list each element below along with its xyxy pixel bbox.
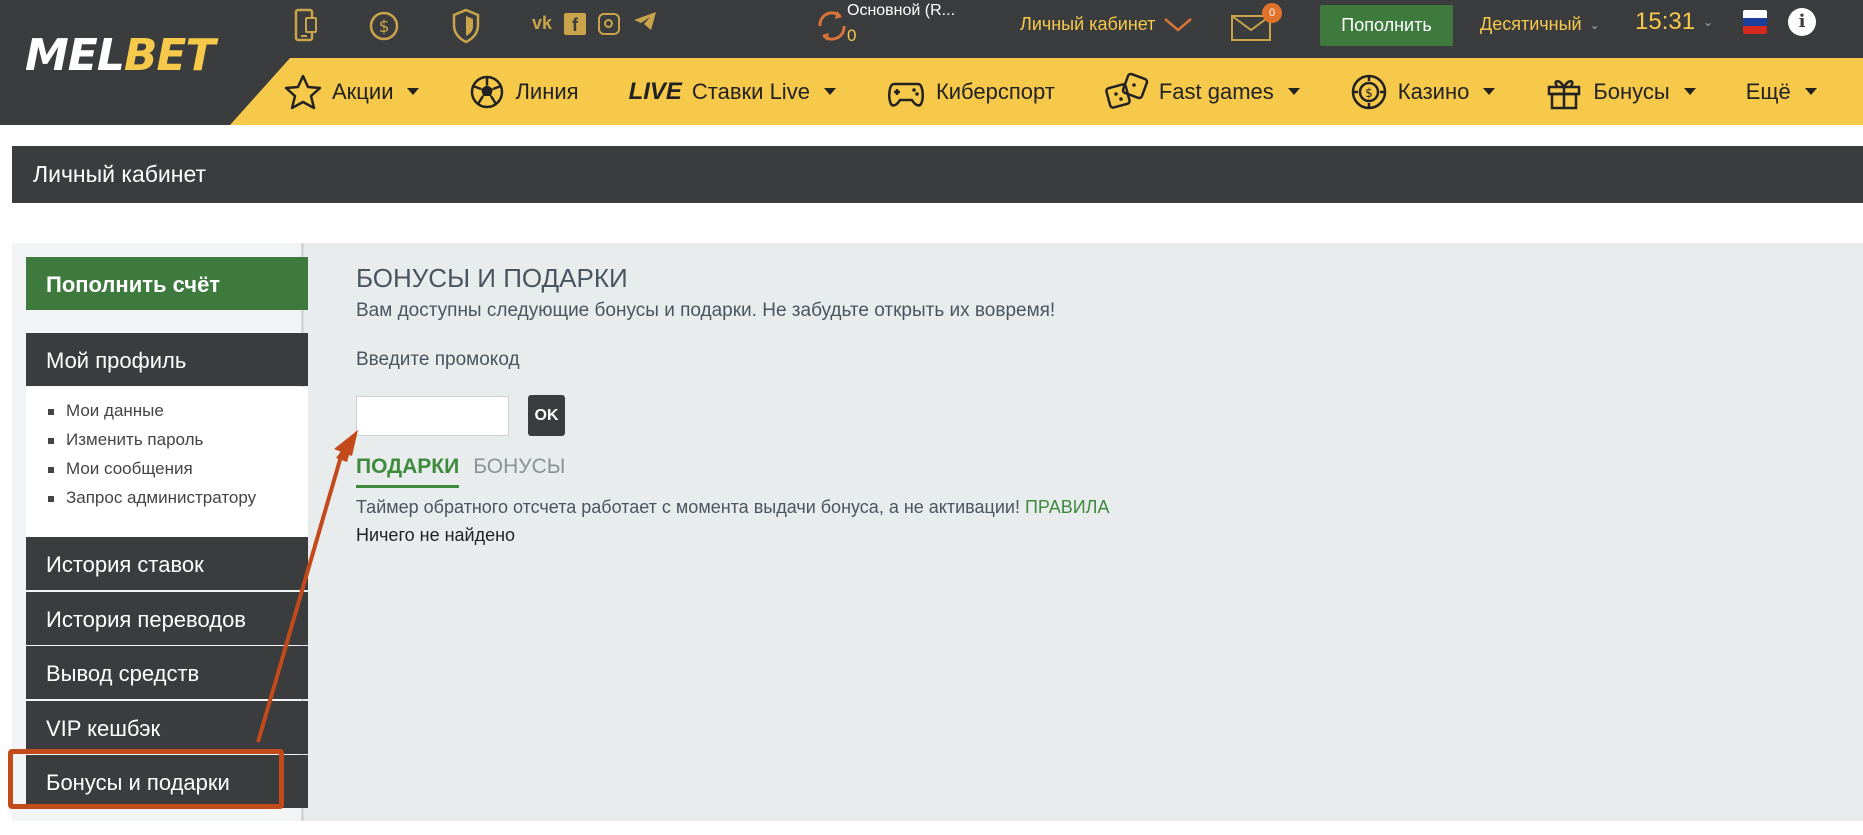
mail-count-badge: 0: [1262, 3, 1282, 23]
main-nav: Акции Линия LIVE Ставки Live Киберспорт …: [0, 58, 1863, 125]
deposit-button[interactable]: Пополнить: [1320, 5, 1453, 46]
section-heading: БОНУСЫ И ПОДАРКИ: [356, 263, 628, 293]
caret-down-icon: [1483, 88, 1496, 95]
balance-amount: 0: [847, 26, 857, 45]
nav-item-promotions[interactable]: Акции: [284, 74, 420, 110]
sidebar-link-admin-request[interactable]: Запрос администратору: [26, 488, 308, 517]
gift-icon: [1548, 79, 1581, 109]
timer-notice: Таймер обратного отсчета работает с моме…: [356, 497, 1110, 517]
chevron-down-icon: ⌄: [1589, 17, 1600, 32]
tab-gifts[interactable]: ПОДАРКИ: [356, 455, 460, 488]
facebook-icon[interactable]: f: [564, 12, 587, 35]
nav-item-bonuses[interactable]: Бонусы: [1545, 74, 1696, 110]
nav-item-live-bets[interactable]: LIVE Ставки Live: [629, 78, 836, 106]
caret-down-icon: [1683, 88, 1696, 95]
profile-links-list: Мои данные Изменить пароль Мои сообщения…: [26, 387, 308, 537]
tab-bonuses[interactable]: БОНУСЫ: [473, 455, 565, 488]
personal-cabinet-dropdown[interactable]: Личный кабинет: [1020, 14, 1193, 35]
promo-code-label: Введите промокод: [356, 349, 520, 370]
annotation-highlight-box: [8, 749, 284, 809]
star-icon: [284, 74, 322, 109]
odds-format-dropdown[interactable]: Десятичный ⌄: [1480, 14, 1600, 35]
cabinet-content: Пополнить счёт Мой профиль Мои данные Из…: [12, 243, 1863, 821]
chevron-down-icon: ⌄: [1703, 15, 1714, 29]
bonus-tabs: ПОДАРКИ БОНУСЫ: [356, 455, 565, 488]
soccer-ball-icon: [471, 75, 504, 108]
svg-text:$: $: [379, 17, 390, 37]
nav-item-line[interactable]: Линия: [469, 74, 579, 110]
casino-chip-icon: $: [1351, 74, 1387, 109]
vk-icon[interactable]: vk: [532, 13, 552, 34]
sidebar-item-transfer-history[interactable]: История переводов: [26, 592, 308, 645]
nav-item-more[interactable]: Ещё: [1746, 79, 1817, 105]
russian-flag-icon[interactable]: [1743, 10, 1767, 34]
cabinet-sidebar: Пополнить счёт Мой профиль Мои данные Из…: [12, 243, 308, 821]
empty-state-text: Ничего не найдено: [356, 525, 516, 545]
sidebar-item-withdraw[interactable]: Вывод средств: [26, 646, 308, 699]
balance-account-label[interactable]: Основной (R...: [847, 2, 955, 20]
sidebar-item-bet-history[interactable]: История ставок: [26, 537, 308, 590]
svg-text:$: $: [1365, 86, 1373, 100]
promo-code-input[interactable]: [356, 396, 509, 436]
shield-icon[interactable]: [450, 6, 482, 46]
clock-dropdown[interactable]: 15:31 ⌄: [1635, 8, 1713, 36]
nav-item-casino[interactable]: $ Казино: [1350, 73, 1496, 111]
chevron-down-icon: [1164, 17, 1193, 32]
live-tag: LIVE: [628, 77, 682, 105]
dollar-coin-icon[interactable]: $: [367, 6, 401, 46]
sidebar-link-change-password[interactable]: Изменить пароль: [26, 430, 308, 459]
caret-down-icon: [1804, 88, 1817, 95]
caret-down-icon: [407, 88, 420, 95]
rules-link[interactable]: ПРАВИЛА: [1025, 497, 1110, 517]
caret-down-icon: [823, 88, 836, 95]
gamepad-icon: [888, 82, 924, 107]
mobile-app-icon[interactable]: [290, 6, 320, 46]
info-icon[interactable]: i: [1788, 8, 1816, 36]
social-links: vk f: [532, 10, 658, 37]
telegram-icon[interactable]: [632, 10, 658, 37]
nav-item-fast-games[interactable]: Fast games: [1105, 72, 1300, 112]
section-subtitle: Вам доступны следующие бонусы и подарки.…: [356, 300, 1056, 321]
sidebar-link-messages[interactable]: Мои сообщения: [26, 459, 308, 488]
page-title: Личный кабинет: [12, 146, 1863, 203]
sidebar-item-vip-cashback[interactable]: VIP кешбэк: [26, 701, 308, 754]
dice-icon: [1105, 72, 1149, 109]
promo-ok-button[interactable]: OK: [528, 395, 565, 436]
nav-item-esports[interactable]: Киберспорт: [886, 74, 1055, 110]
sidebar-deposit-button[interactable]: Пополнить счёт: [26, 257, 308, 310]
instagram-icon[interactable]: [598, 12, 621, 35]
sidebar-item-profile[interactable]: Мой профиль: [26, 333, 308, 386]
site-header: MELBET $ vk f Основной (R... 0 Личный ка…: [0, 0, 1863, 125]
sidebar-link-my-data[interactable]: Мои данные: [26, 401, 308, 430]
caret-down-icon: [1287, 88, 1300, 95]
